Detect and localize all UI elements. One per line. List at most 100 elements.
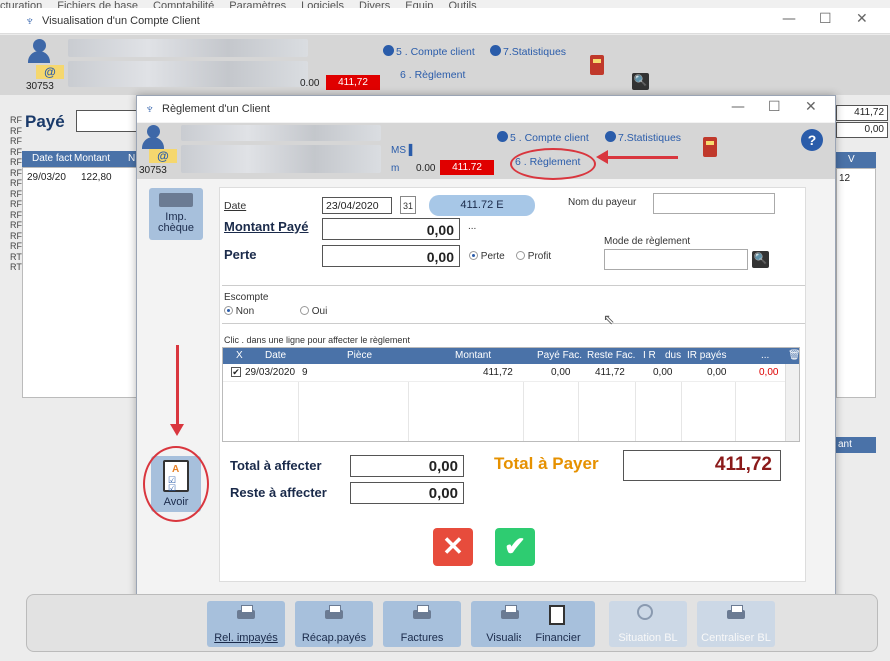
annotation-circle-avoir bbox=[143, 446, 209, 522]
menu-item[interactable]: Logiciels bbox=[301, 0, 344, 8]
radio-perte[interactable]: Perte bbox=[469, 251, 505, 262]
printer-icon bbox=[325, 605, 343, 621]
factures-button[interactable]: Factures bbox=[383, 601, 461, 647]
dialog-link-compte-client[interactable]: 5 . Compte client bbox=[497, 131, 589, 144]
outer-link-statistiques[interactable]: 7.Statistiques bbox=[490, 45, 566, 58]
imp-cheque-button[interactable]: Imp. chèque bbox=[149, 188, 203, 240]
col-dus[interactable]: dus bbox=[665, 350, 681, 361]
dot-icon bbox=[383, 45, 394, 56]
col-x[interactable]: X bbox=[236, 350, 243, 361]
outer-right-value-1: 411,72 bbox=[836, 105, 888, 121]
outer-client-header: @ 30753 0.00 411,72 5 . Compte client 7.… bbox=[0, 35, 890, 95]
row-ir-dus: 0,00 bbox=[653, 367, 673, 378]
row-piece: 9 bbox=[302, 367, 308, 378]
outer-right-header-2: ant bbox=[836, 437, 876, 453]
validate-button[interactable]: ✔ bbox=[495, 528, 535, 566]
dialog-title: Règlement d'un Client bbox=[162, 103, 270, 115]
outer-right-value-2: 0,00 bbox=[836, 122, 888, 138]
outer-link-compte-client[interactable]: 5 . Compte client bbox=[383, 45, 475, 58]
outer-link-reglement[interactable]: 6 . Règlement bbox=[400, 69, 465, 81]
search-icon[interactable]: 🔍 bbox=[632, 73, 649, 90]
menu-item[interactable]: Outils bbox=[448, 0, 476, 8]
col-reste-fac[interactable]: Reste Fac. bbox=[587, 350, 635, 361]
financier-button[interactable]: Financier bbox=[521, 601, 595, 647]
montant-paye-input[interactable]: 0,00 bbox=[322, 218, 460, 240]
table-hint: Clic . dans une ligne pour affecter le r… bbox=[224, 335, 410, 345]
annotation-circle-reglement bbox=[510, 148, 596, 180]
col-ir-payes[interactable]: IR payés bbox=[687, 350, 726, 361]
reste-affecter-value: 0,00 bbox=[350, 482, 464, 504]
app-logo-icon: ♆ bbox=[25, 13, 35, 28]
radio-on-icon bbox=[224, 306, 233, 315]
reglement-dialog: ♆ Règlement d'un Client — ☐ ✕ @ 30753 MS… bbox=[136, 95, 836, 603]
col-montant[interactable]: Montant bbox=[455, 350, 491, 361]
imp-cheque-label: Imp. chèque bbox=[157, 211, 195, 234]
mode-reglement-search-icon[interactable]: 🔍 bbox=[752, 251, 769, 268]
dot-icon bbox=[605, 131, 616, 142]
dialog-amount-zero: 0.00 bbox=[416, 163, 436, 174]
nom-payeur-label: Nom du payeur bbox=[568, 197, 637, 208]
menu-item[interactable]: Equip bbox=[405, 0, 433, 8]
help-icon[interactable]: ? bbox=[801, 129, 823, 151]
cancel-button[interactable]: ✕ bbox=[433, 528, 473, 566]
dialog-close-icon[interactable]: ✕ bbox=[805, 99, 817, 115]
centraliser-bl-button: Centraliser BL bbox=[697, 601, 775, 647]
minimize-icon[interactable]: — bbox=[782, 11, 796, 27]
radio-non[interactable]: Non bbox=[224, 306, 254, 317]
menu-item[interactable]: cturation bbox=[0, 0, 42, 8]
dialog-maximize-icon[interactable]: ☐ bbox=[768, 99, 781, 115]
email-at-icon[interactable]: @ bbox=[149, 149, 177, 163]
dialog-link-statistiques[interactable]: 7.Statistiques bbox=[605, 131, 681, 144]
col-paye-fac[interactable]: Payé Fac. bbox=[537, 350, 582, 361]
recap-payes-button[interactable]: Récap.payés bbox=[295, 601, 373, 647]
radio-off-icon bbox=[300, 306, 309, 315]
row-checkbox[interactable]: ✔ bbox=[231, 367, 241, 378]
maximize-icon[interactable]: ☐ bbox=[819, 11, 832, 27]
menu-item[interactable]: Fichiers de base bbox=[57, 0, 138, 8]
ms-label: MS ▌ bbox=[391, 145, 416, 156]
row-reste: 411,72 bbox=[595, 367, 625, 378]
montant-ellipsis[interactable]: ... bbox=[468, 221, 476, 232]
menu-item[interactable]: Paramètres bbox=[229, 0, 286, 8]
trash-icon[interactable]: 🗑 bbox=[788, 350, 801, 361]
total-affecter-label: Total à affecter bbox=[230, 458, 322, 473]
radio-profit[interactable]: Profit bbox=[516, 251, 551, 262]
dialog-minimize-icon[interactable]: — bbox=[731, 99, 745, 115]
col-ir[interactable]: I R bbox=[643, 350, 656, 361]
col-more[interactable]: ... bbox=[761, 350, 769, 361]
date-input[interactable]: 23/04/2020 bbox=[322, 197, 392, 214]
table-row[interactable]: ✔ 29/03/2020 9 411,72 0,00 411,72 0,00 0… bbox=[223, 364, 799, 382]
mode-reglement-input[interactable] bbox=[604, 249, 748, 270]
rel-impayes-button[interactable]: Rel. impayés bbox=[207, 601, 285, 647]
menu-item[interactable]: Comptabilité bbox=[153, 0, 214, 8]
mode-reglement-label: Mode de règlement bbox=[604, 236, 691, 247]
outer-grid[interactable]: 29/03/20 122,80 bbox=[22, 167, 140, 398]
outer-right-grid[interactable]: 12 bbox=[836, 168, 876, 398]
col-date[interactable]: Date bbox=[265, 350, 286, 361]
table-scrollbar[interactable] bbox=[785, 364, 799, 441]
nom-payeur-input[interactable] bbox=[653, 193, 775, 214]
dot-icon bbox=[497, 131, 508, 142]
radio-oui[interactable]: Oui bbox=[300, 306, 327, 317]
printer-icon bbox=[237, 605, 255, 621]
clipboard-icon bbox=[549, 605, 565, 625]
menu-item[interactable]: Divers bbox=[359, 0, 390, 8]
dot-icon bbox=[490, 45, 501, 56]
col-piece[interactable]: Pièce bbox=[347, 350, 372, 361]
cheque-printer-icon bbox=[159, 193, 193, 207]
perte-input[interactable]: 0,00 bbox=[322, 245, 460, 267]
allocation-table[interactable]: X Date Pièce Montant Payé Fac. Reste Fac… bbox=[222, 347, 801, 442]
app-menu-bar: cturation Fichiers de base Comptabilité … bbox=[0, 0, 890, 8]
calculator-icon[interactable] bbox=[590, 55, 604, 75]
divider bbox=[222, 323, 805, 324]
calculator-icon[interactable] bbox=[703, 137, 717, 157]
close-icon[interactable]: ✕ bbox=[856, 11, 868, 27]
annotation-arrow-horizontal bbox=[606, 156, 678, 159]
mouse-cursor-icon: ⇖ bbox=[603, 311, 615, 327]
calendar-icon[interactable]: 31 bbox=[400, 196, 416, 214]
row-paye: 0,00 bbox=[551, 367, 571, 378]
magnifier-icon bbox=[637, 604, 653, 620]
dialog-client-header: @ 30753 MS ▌ m 0.00 411.72 5 . Compte cl… bbox=[137, 123, 835, 179]
paye-field[interactable] bbox=[76, 110, 140, 132]
email-at-icon[interactable]: @ bbox=[36, 65, 64, 79]
